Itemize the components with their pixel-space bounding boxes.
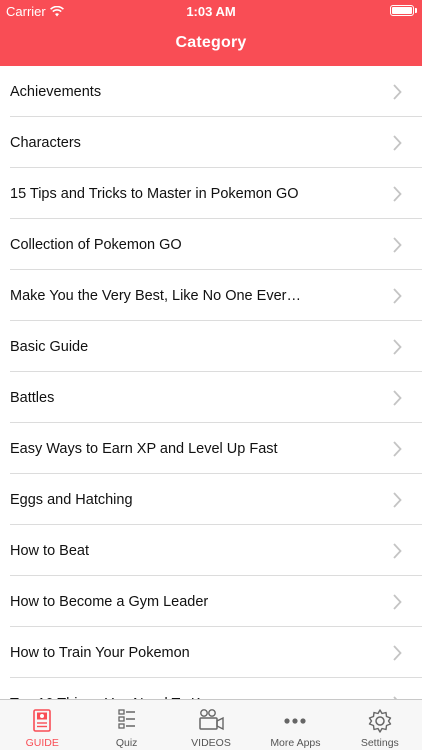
category-row[interactable]: How to Train Your Pokemon <box>0 627 422 678</box>
category-row[interactable]: Basic Guide <box>0 321 422 372</box>
tab-label: Quiz <box>115 737 138 749</box>
category-label: 15 Tips and Tricks to Master in Pokemon … <box>10 185 299 202</box>
category-row[interactable]: Top 10 Things You Need To Know <box>0 678 422 699</box>
tab-more-apps[interactable]: More Apps <box>253 700 337 750</box>
category-row[interactable]: Collection of Pokemon GO <box>0 219 422 270</box>
chevron-right-icon <box>393 288 402 304</box>
tab-bar: GUIDE Quiz VIDEOS More Apps Settings <box>0 699 422 750</box>
category-row[interactable]: 15 Tips and Tricks to Master in Pokemon … <box>0 168 422 219</box>
category-label: Battles <box>10 389 55 406</box>
tab-settings[interactable]: Settings <box>338 700 422 750</box>
chevron-right-icon <box>393 186 402 202</box>
tab-label: More Apps <box>270 737 321 749</box>
category-row[interactable]: Achievements <box>0 66 422 117</box>
category-row[interactable]: Eggs and Hatching <box>0 474 422 525</box>
category-label: Basic Guide <box>10 338 89 355</box>
guide-icon <box>28 707 56 735</box>
tab-label: Settings <box>360 737 399 749</box>
chevron-right-icon <box>393 390 402 406</box>
tab-quiz[interactable]: Quiz <box>84 700 168 750</box>
category-row[interactable]: Easy Ways to Earn XP and Level Up Fast <box>0 423 422 474</box>
battery-level <box>392 7 412 14</box>
status-time: 1:03 AM <box>186 4 236 19</box>
chevron-right-icon <box>393 492 402 508</box>
category-label: Characters <box>10 134 81 151</box>
category-list[interactable]: Achievements Characters 15 Tips and Tricks… <box>0 66 422 699</box>
category-row[interactable]: Characters <box>0 117 422 168</box>
battery-icon <box>390 5 417 16</box>
tab-videos[interactable]: VIDEOS <box>169 700 253 750</box>
category-row[interactable]: How to Beat <box>0 525 422 576</box>
chevron-right-icon <box>393 645 402 661</box>
quiz-icon <box>113 707 141 735</box>
tab-label: VIDEOS <box>191 737 231 749</box>
status-bar: Carrier 1:03 AM <box>0 0 422 22</box>
chevron-right-icon <box>393 543 402 559</box>
category-label: How to Train Your Pokemon <box>10 644 190 661</box>
category-label: How to Beat <box>10 542 89 559</box>
chevron-right-icon <box>393 441 402 457</box>
more-icon <box>281 707 309 735</box>
tab-guide[interactable]: GUIDE <box>0 700 84 750</box>
app-header: Carrier 1:03 AM Category <box>0 0 422 66</box>
gear-icon <box>366 707 394 735</box>
category-label: How to Become a Gym Leader <box>10 593 209 610</box>
chevron-right-icon <box>393 594 402 610</box>
category-label: Easy Ways to Earn XP and Level Up Fast <box>10 440 278 457</box>
category-label: Collection of Pokemon GO <box>10 236 182 253</box>
category-label: Eggs and Hatching <box>10 491 133 508</box>
chevron-right-icon <box>393 135 402 151</box>
category-row[interactable]: Make You the Very Best, Like No One Ever… <box>0 270 422 321</box>
tab-label: GUIDE <box>25 737 59 749</box>
chevron-right-icon <box>393 84 402 100</box>
category-label: Make You the Very Best, Like No One Ever… <box>10 287 301 304</box>
category-label: Achievements <box>10 83 102 100</box>
chevron-right-icon <box>393 237 402 253</box>
category-row[interactable]: How to Become a Gym Leader <box>0 576 422 627</box>
video-camera-icon <box>197 707 225 735</box>
category-row[interactable]: Battles <box>0 372 422 423</box>
chevron-right-icon <box>393 339 402 355</box>
page-title: Category <box>175 34 247 51</box>
